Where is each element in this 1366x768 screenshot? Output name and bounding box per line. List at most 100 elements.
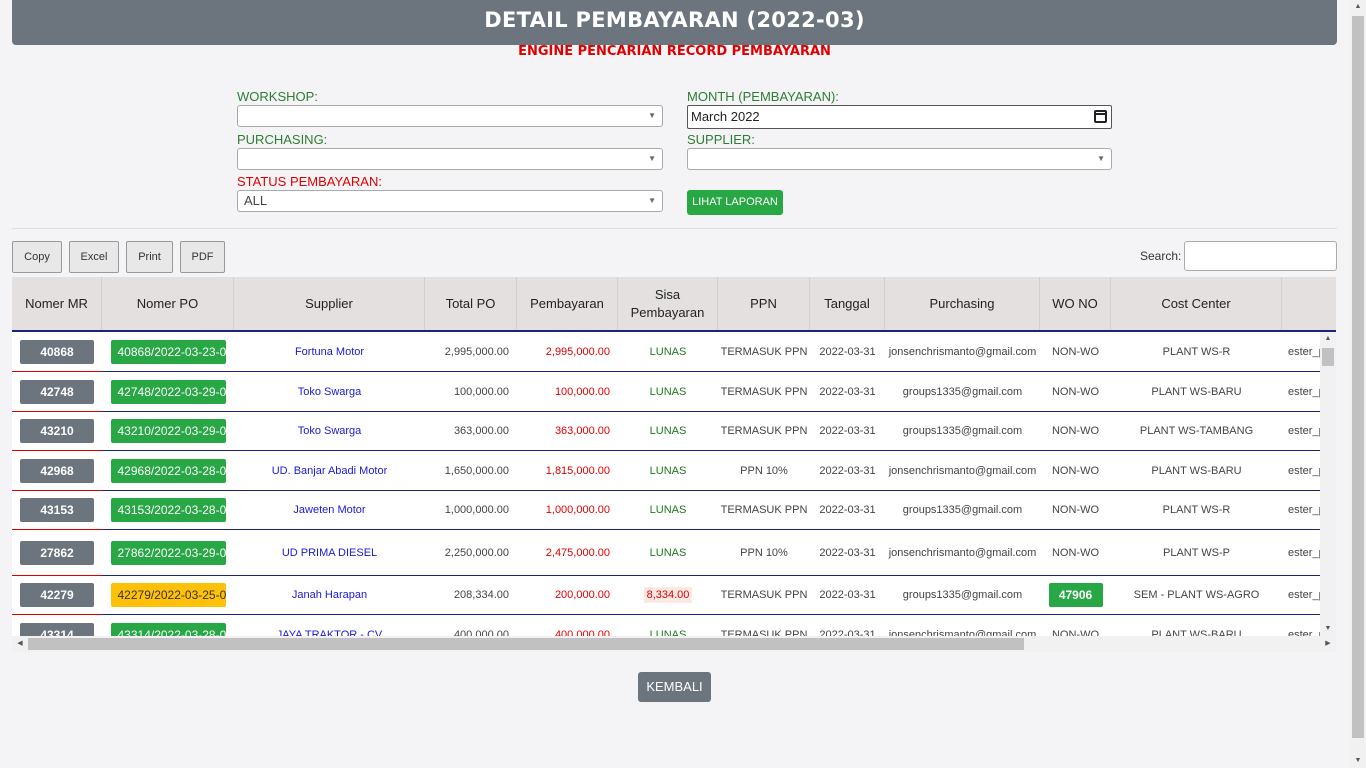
cell-sisa: LUNAS: [618, 451, 718, 490]
scroll-down-icon[interactable]: ▼: [1350, 754, 1366, 768]
cell-purchasing: jonsenchrismanto@gmail.com: [885, 530, 1040, 575]
supplier-link[interactable]: UD. Banjar Abadi Motor: [272, 465, 388, 477]
cell-nomer-mr: 40868: [12, 332, 102, 371]
cell-ppn-text: TERMASUK PPN: [720, 345, 808, 358]
supplier-select[interactable]: ▼: [687, 148, 1112, 170]
cell-tanggal: 2022-03-31: [810, 372, 885, 411]
supplier-link[interactable]: JAYA TRAKTOR - CV: [277, 629, 383, 637]
supplier-link[interactable]: Janah Harapan: [292, 589, 367, 601]
cell-pembayaran: 400,000.00: [517, 615, 618, 637]
back-button[interactable]: KEMBALI: [638, 672, 711, 702]
cell-ppn: TERMASUK PPN: [718, 576, 810, 614]
col-extra[interactable]: [1282, 277, 1336, 330]
col-nomer-mr[interactable]: Nomer MR: [12, 277, 102, 330]
mr-badge[interactable]: 42968: [20, 458, 94, 483]
purchasing-select[interactable]: ▼: [237, 148, 663, 170]
view-report-button[interactable]: LIHAT LAPORAN: [687, 190, 783, 215]
paid-status: LUNAS: [649, 385, 687, 398]
print-button[interactable]: Print: [126, 241, 173, 273]
wo-badge[interactable]: 47906: [1048, 583, 1103, 607]
supplier-link[interactable]: Fortuna Motor: [295, 346, 364, 358]
cell-supplier: Toko Swarga: [234, 372, 425, 411]
payment-amount: 100,000.00: [554, 385, 610, 398]
scroll-up-icon[interactable]: ▲: [1350, 0, 1366, 14]
col-pembayaran[interactable]: Pembayaran: [517, 277, 618, 330]
cell-ppn-text: TERMASUK PPN: [720, 385, 808, 398]
po-badge[interactable]: 40868/2022-03-23-0: [110, 339, 226, 364]
supplier-link[interactable]: Toko Swarga: [298, 425, 362, 437]
cell-cost-center-text: PLANT WS-BARU: [1151, 464, 1242, 477]
col-total-po[interactable]: Total PO: [425, 277, 517, 330]
table-row[interactable]: 27862 27862/2022-03-29-0 UD PRIMA DIESEL 2,…: [12, 529, 1320, 576]
month-input[interactable]: March 2022: [687, 105, 1112, 129]
cell-supplier: Jaweten Motor: [234, 491, 425, 529]
cell-wo-no-text: NON-WO: [1051, 464, 1100, 477]
table-row[interactable]: 42968 42968/2022-03-28-0 UD. Banjar Abadi …: [12, 450, 1320, 491]
workshop-label: WORKSHOP:: [237, 89, 318, 104]
cell-nomer-po: 27862/2022-03-29-0: [102, 530, 234, 575]
po-badge[interactable]: 27862/2022-03-29-0: [110, 540, 226, 565]
cell-cost-center-text: PLANT WS-BARU: [1151, 628, 1242, 637]
table-vertical-scrollbar[interactable]: ▲ ▼: [1320, 332, 1336, 636]
col-nomer-po[interactable]: Nomer PO: [102, 277, 234, 330]
col-ppn[interactable]: PPN: [718, 277, 810, 330]
cell-extra-text: ester_p: [1288, 589, 1320, 601]
month-label: MONTH (PEMBAYARAN):: [687, 89, 839, 104]
table-horizontal-scrollbar[interactable]: ◀ ▶: [12, 636, 1336, 652]
cell-sisa: LUNAS: [618, 491, 718, 529]
col-sisa-pembayaran[interactable]: Sisa Pembayaran: [618, 277, 718, 330]
table-row[interactable]: 42279 42279/2022-03-25-0 Janah Harapan 208,…: [12, 575, 1320, 615]
workshop-select[interactable]: ▼: [237, 105, 663, 127]
mr-badge[interactable]: 43153: [20, 498, 94, 522]
scroll-thumb[interactable]: [1322, 348, 1334, 366]
mr-badge[interactable]: 42748: [20, 379, 94, 404]
scroll-up-icon[interactable]: ▲: [1320, 332, 1336, 346]
cell-supplier: Toko Swarga: [234, 412, 425, 450]
pdf-button[interactable]: PDF: [180, 241, 225, 273]
cell-purchasing-text: jonsenchrismanto@gmail.com: [888, 546, 1037, 559]
status-select[interactable]: ALL ▼: [237, 190, 663, 212]
cell-purchasing-text: groups1335@gmail.com: [902, 589, 1023, 601]
supplier-link[interactable]: UD PRIMA DIESEL: [282, 547, 377, 559]
po-badge[interactable]: 42279/2022-03-25-0: [110, 583, 226, 607]
scroll-thumb[interactable]: [1352, 16, 1364, 738]
mr-badge[interactable]: 43314: [20, 622, 94, 636]
cell-extra: ester_p: [1282, 530, 1320, 575]
search-input[interactable]: [1184, 241, 1337, 271]
po-badge[interactable]: 43153/2022-03-28-0: [110, 498, 226, 522]
po-badge[interactable]: 43210/2022-03-29-0: [110, 419, 226, 443]
calendar-icon[interactable]: [1094, 110, 1107, 123]
supplier-link[interactable]: Toko Swarga: [298, 386, 362, 398]
col-supplier[interactable]: Supplier: [234, 277, 425, 330]
po-badge[interactable]: 42968/2022-03-28-0: [110, 458, 226, 483]
col-cost-center[interactable]: Cost Center: [1111, 277, 1282, 330]
supplier-label: SUPPLIER:: [687, 132, 755, 147]
chevron-down-icon: ▼: [648, 154, 656, 163]
cell-extra-text: ester_p: [1288, 546, 1320, 559]
excel-button[interactable]: Excel: [69, 241, 119, 273]
scroll-thumb[interactable]: [28, 638, 1024, 650]
cell-supplier: Janah Harapan: [234, 576, 425, 614]
mr-badge[interactable]: 43210: [20, 419, 94, 443]
mr-badge[interactable]: 40868: [20, 339, 94, 364]
po-badge[interactable]: 42748/2022-03-29-0: [110, 379, 226, 404]
scroll-down-icon[interactable]: ▼: [1320, 622, 1336, 636]
page-scrollbar[interactable]: ▲ ▼: [1350, 0, 1366, 768]
col-wo-no[interactable]: WO NO: [1040, 277, 1111, 330]
po-badge[interactable]: 43314/2022-03-28-0: [110, 622, 226, 636]
col-purchasing[interactable]: Purchasing: [885, 277, 1040, 330]
scroll-right-icon[interactable]: ▶: [1320, 636, 1336, 652]
table-row[interactable]: 42748 42748/2022-03-29-0 Toko Swarga 100,00…: [12, 371, 1320, 412]
col-tanggal[interactable]: Tanggal: [810, 277, 885, 330]
cell-supplier: UD. Banjar Abadi Motor: [234, 451, 425, 490]
scroll-left-icon[interactable]: ◀: [12, 636, 28, 652]
table-row[interactable]: 43210 43210/2022-03-29-0 Toko Swarga 363,00…: [12, 411, 1320, 451]
supplier-link[interactable]: Jaweten Motor: [293, 504, 365, 516]
mr-badge[interactable]: 42279: [20, 583, 94, 607]
copy-button[interactable]: Copy: [12, 241, 62, 273]
table-row[interactable]: 40868 40868/2022-03-23-0 Fortuna Motor 2,99…: [12, 332, 1320, 372]
paid-status: LUNAS: [649, 425, 687, 437]
mr-badge[interactable]: 27862: [20, 540, 94, 565]
table-row[interactable]: 43153 43153/2022-03-28-0 Jaweten Motor 1,00…: [12, 490, 1320, 530]
table-row[interactable]: 43314 43314/2022-03-28-0 JAYA TRAKTOR - CV…: [12, 614, 1320, 637]
